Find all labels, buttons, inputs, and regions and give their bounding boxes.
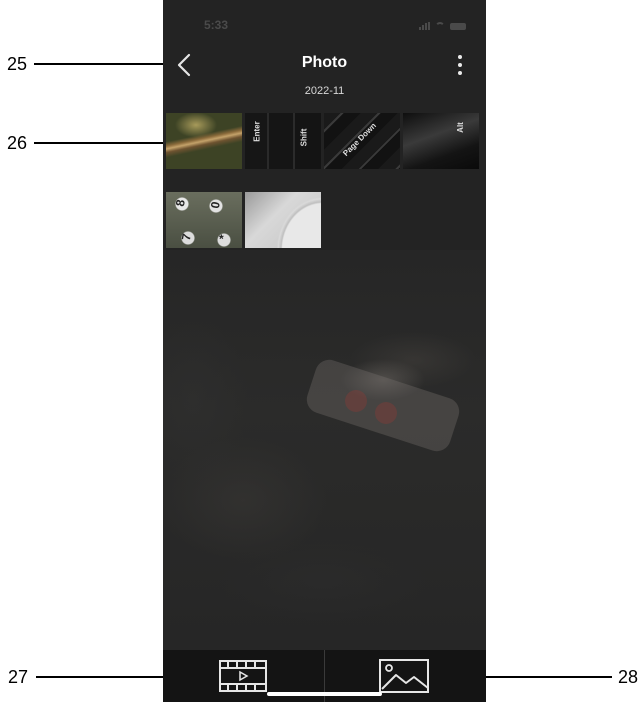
callout-28: 28 [618,667,639,687]
background-remote-button [375,402,397,424]
keypad-digit: * [219,232,224,246]
keypad-digit: 7 [178,232,194,242]
photo-thumbnail[interactable]: Alt [403,113,479,169]
status-time: 5:33 [204,18,229,32]
status-bar: 5:33 [163,0,486,48]
photo-thumbnail[interactable]: Page Down [324,113,400,169]
callout-26: 26 [7,133,28,153]
callout-line-26 [34,142,170,144]
battery-icon [450,23,466,30]
photo-thumbnail[interactable]: Enter Shift [245,113,321,169]
background-photo [163,250,486,650]
key-label: Alt [455,122,465,133]
keypad-digit: 8 [172,198,188,208]
status-icons [419,22,466,30]
photo-thumbnail[interactable] [245,192,321,248]
key-label: Enter [252,121,262,142]
image-photo-icon [379,659,429,693]
page-title: Photo [301,54,348,71]
callout-27: 27 [8,667,29,687]
callout-line-25 [34,63,171,65]
more-options-button[interactable] [454,52,466,78]
more-vertical-icon [458,55,462,59]
home-indicator [267,692,382,696]
key-label: Shift [299,128,309,147]
keypad-digit: 0 [207,200,223,210]
date-group-label: 2022-11 [304,85,345,97]
photo-thumbnail[interactable] [166,113,242,169]
photo-thumbnail[interactable]: 8 0 7 * [166,192,242,248]
nav-bar: Photo [163,48,486,80]
key-label: Page Down [341,121,378,158]
phone-screen: 5:33 Photo 2022-11 Enter Shift Page Down… [163,0,486,702]
film-video-icon [219,660,267,692]
callout-25: 25 [7,54,28,74]
signal-icon [419,22,430,30]
background-remote-button [345,390,367,412]
wifi-icon [435,22,445,30]
